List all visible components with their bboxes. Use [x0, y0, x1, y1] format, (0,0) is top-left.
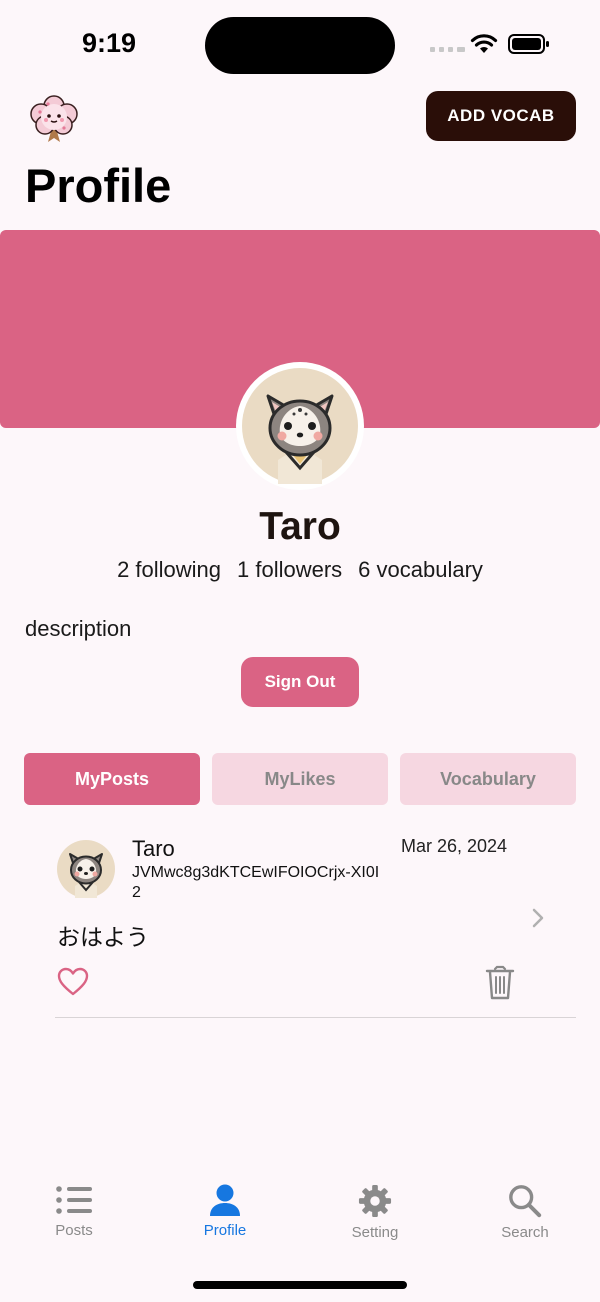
nav-search[interactable]: Search — [470, 1184, 580, 1241]
profile-stats: 2 following 1 followers 6 vocabulary — [0, 557, 600, 583]
nav-posts[interactable]: Posts — [19, 1184, 129, 1239]
post-avatar[interactable] — [57, 840, 115, 898]
gear-icon — [358, 1184, 392, 1218]
wifi-icon — [470, 34, 498, 53]
status-time: 9:19 — [82, 28, 137, 58]
tab-mylikes[interactable]: MyLikes — [212, 753, 388, 805]
post-date: Mar 26, 2024 — [401, 836, 508, 856]
chevron-right-icon[interactable] — [530, 906, 546, 930]
nav-search-label: Search — [501, 1224, 549, 1241]
nav-posts-label: Posts — [55, 1222, 93, 1239]
post-user-id: JVMwc8g3dKTCEwIFOIOCrjx-XI0I2 — [132, 864, 380, 901]
signal-icon — [430, 47, 465, 52]
person-icon — [210, 1184, 240, 1216]
add-vocab-button[interactable]: ADD VOCAB — [426, 91, 576, 141]
vocabulary-count[interactable]: 6 vocabulary — [358, 557, 483, 583]
avatar[interactable] — [242, 368, 358, 484]
tab-vocabulary[interactable]: Vocabulary — [400, 753, 576, 805]
sign-out-button[interactable]: Sign Out — [241, 657, 359, 707]
nav-profile-label: Profile — [203, 1222, 247, 1239]
post-username: Taro — [132, 836, 175, 861]
nav-setting-label: Setting — [351, 1224, 399, 1241]
page-title: Profile — [25, 159, 172, 212]
nav-profile[interactable]: Profile — [170, 1184, 280, 1239]
trash-icon[interactable] — [485, 965, 515, 1001]
sakura-logo-icon[interactable] — [28, 92, 80, 144]
tab-myposts[interactable]: MyPosts — [24, 753, 200, 805]
heart-icon[interactable] — [57, 967, 89, 997]
list-icon — [56, 1186, 92, 1214]
post-text: おはよう — [57, 924, 149, 950]
following-count[interactable]: 2 following — [117, 557, 221, 583]
profile-name: Taro — [259, 505, 341, 548]
profile-description: description — [25, 616, 132, 641]
search-icon — [509, 1185, 542, 1218]
dynamic-island — [205, 17, 395, 74]
post-divider — [55, 1017, 576, 1018]
nav-setting[interactable]: Setting — [320, 1184, 430, 1241]
battery-icon — [508, 34, 549, 54]
followers-count[interactable]: 1 followers — [237, 557, 342, 583]
home-indicator — [193, 1281, 407, 1289]
